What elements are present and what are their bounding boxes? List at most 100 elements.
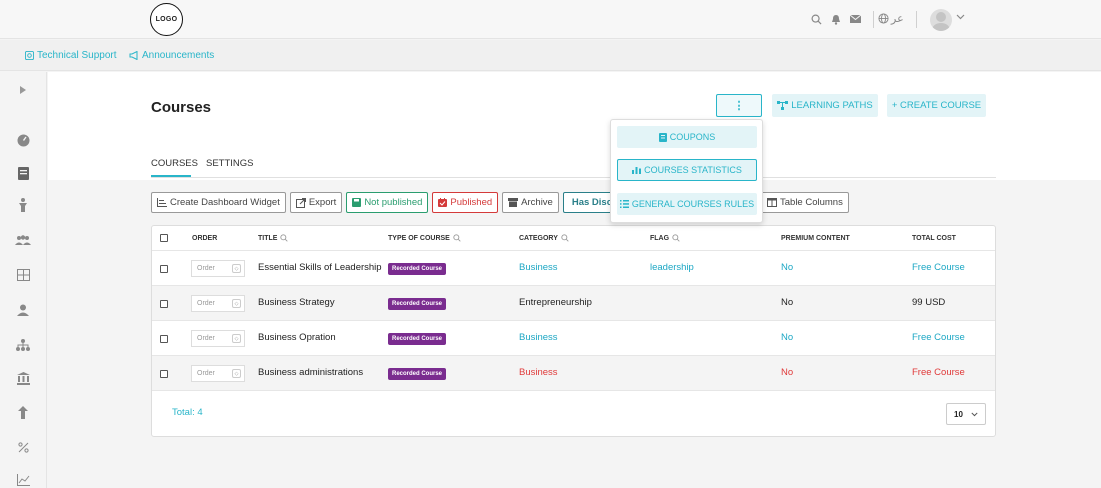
search-icon[interactable] xyxy=(672,234,680,242)
course-category[interactable]: Entrepreneurship xyxy=(519,297,592,308)
column-header-order[interactable]: ORDER xyxy=(192,226,217,250)
course-title[interactable]: Business administrations xyxy=(258,367,363,378)
stepper-icon[interactable]: ◇ xyxy=(232,299,241,308)
percent-icon[interactable] xyxy=(15,439,31,455)
table-row[interactable]: Order ◇ Business administrations Recorded… xyxy=(152,355,995,390)
column-header-category[interactable]: CATEGORY xyxy=(519,226,569,250)
page-size-select[interactable]: 10 xyxy=(946,403,986,425)
order-input[interactable]: Order ◇ xyxy=(191,260,245,277)
avatar[interactable] xyxy=(930,9,952,31)
column-header-premium[interactable]: PREMIUM CONTENT xyxy=(781,226,850,250)
search-icon[interactable] xyxy=(280,234,289,242)
order-input[interactable]: Order ◇ xyxy=(191,365,245,382)
search-icon[interactable] xyxy=(561,234,569,242)
calendar-icon xyxy=(438,198,448,207)
table-row[interactable]: Order ◇ Business Opration Recorded Course… xyxy=(152,320,995,355)
premium-content: No xyxy=(781,262,794,273)
language-switcher[interactable]: عر xyxy=(878,12,904,25)
column-header-cost[interactable]: TOTAL COST xyxy=(912,226,956,250)
order-input[interactable]: Order ◇ xyxy=(191,330,245,347)
courses-table: ORDER TITLE TYPE OF COURSE CATEGORY FLAG… xyxy=(151,225,996,437)
more-options-button[interactable]: ⋮ xyxy=(716,94,762,117)
chart-icon[interactable] xyxy=(15,472,31,488)
column-header-title[interactable]: TITLE xyxy=(258,226,289,250)
select-all-checkbox[interactable] xyxy=(160,234,168,242)
course-type-badge: Recorded Course xyxy=(388,368,447,380)
stepper-icon[interactable]: ◇ xyxy=(232,369,241,378)
search-icon[interactable] xyxy=(809,12,823,26)
premium-content: No xyxy=(781,332,794,343)
tab-courses[interactable]: COURSES xyxy=(151,158,198,169)
row-checkbox[interactable] xyxy=(160,335,168,343)
create-dashboard-widget-button[interactable]: Create Dashboard Widget xyxy=(151,192,286,213)
archive-filter-button[interactable]: Archive xyxy=(502,192,559,213)
page-size-value: 10 xyxy=(954,409,963,419)
announcements-link[interactable]: Announcements xyxy=(129,50,214,61)
logo[interactable]: LOGO xyxy=(150,3,183,36)
coupon-icon xyxy=(658,132,667,142)
courses-statistics-menu-item[interactable]: COURSES STATISTICS xyxy=(617,159,757,181)
search-icon[interactable] xyxy=(453,234,461,242)
column-header-flag[interactable]: FLAG xyxy=(650,226,680,250)
dashboard-icon[interactable] xyxy=(15,132,31,148)
page-title: Courses xyxy=(151,99,212,116)
tab-active-indicator xyxy=(151,175,191,177)
order-placeholder: Order xyxy=(197,370,215,377)
order-placeholder: Order xyxy=(197,300,215,307)
course-title[interactable]: Essential Skills of Leadership xyxy=(258,262,382,273)
not-published-filter-button[interactable]: Not published xyxy=(346,192,429,213)
cost-header-label: TOTAL COST xyxy=(912,234,956,242)
course-category[interactable]: Business xyxy=(519,332,558,343)
premium-content: No xyxy=(781,367,794,378)
chevron-down-icon[interactable] xyxy=(956,14,965,20)
arrow-up-icon[interactable] xyxy=(15,404,31,420)
megaphone-icon xyxy=(129,51,138,60)
row-checkbox[interactable] xyxy=(160,370,168,378)
book-icon[interactable] xyxy=(15,165,31,181)
course-category[interactable]: Business xyxy=(519,367,558,378)
sidebar xyxy=(0,72,47,488)
create-course-button[interactable]: + CREATE COURSE xyxy=(887,94,986,117)
learning-paths-button[interactable]: LEARNING PATHS xyxy=(772,94,878,117)
table-row[interactable]: Order ◇ Essential Skills of Leadership Re… xyxy=(152,250,995,285)
stepper-icon[interactable]: ◇ xyxy=(232,334,241,343)
export-button[interactable]: Export xyxy=(289,192,343,213)
coupons-menu-item[interactable]: COUPONS xyxy=(617,126,757,148)
bar-chart-icon xyxy=(632,167,642,174)
type-header-label: TYPE OF COURSE xyxy=(388,234,450,242)
column-header-type[interactable]: TYPE OF COURSE xyxy=(388,226,461,250)
has-discount-filter-button[interactable]: Has Disc xyxy=(562,192,615,213)
row-checkbox[interactable] xyxy=(160,300,168,308)
row-checkbox[interactable] xyxy=(160,265,168,273)
user-icon[interactable] xyxy=(15,302,31,318)
coupons-label: COUPONS xyxy=(669,132,716,142)
bell-icon[interactable] xyxy=(829,12,843,26)
tab-settings[interactable]: SETTINGS xyxy=(206,158,254,169)
course-flag[interactable]: leadership xyxy=(650,262,694,273)
course-title[interactable]: Business Opration xyxy=(258,332,336,343)
courses-statistics-label: COURSES STATISTICS xyxy=(644,165,742,175)
mail-icon[interactable] xyxy=(848,12,862,26)
table-columns-label: Table Columns xyxy=(780,197,843,208)
users-icon[interactable] xyxy=(15,232,31,248)
order-input[interactable]: Order ◇ xyxy=(191,295,245,312)
institution-icon[interactable] xyxy=(15,370,31,386)
course-category[interactable]: Business xyxy=(519,262,558,273)
table-columns-button[interactable]: Table Columns xyxy=(761,192,849,213)
published-filter-button[interactable]: Published xyxy=(432,192,499,213)
category-header-label: CATEGORY xyxy=(519,234,558,242)
person-icon[interactable] xyxy=(15,197,31,213)
create-dashboard-widget-label: Create Dashboard Widget xyxy=(170,197,280,208)
total-cost: Free Course xyxy=(912,262,965,273)
expand-sidebar-icon[interactable] xyxy=(15,82,31,98)
course-title[interactable]: Business Strategy xyxy=(258,297,335,308)
tabs-divider xyxy=(151,177,996,178)
hierarchy-icon[interactable] xyxy=(15,337,31,353)
grid-icon[interactable] xyxy=(15,267,31,283)
archive-label: Archive xyxy=(521,197,553,208)
technical-support-link[interactable]: Technical Support xyxy=(25,50,117,61)
columns-icon xyxy=(767,198,777,207)
table-row[interactable]: Order ◇ Business Strategy Recorded Course… xyxy=(152,285,995,320)
stepper-icon[interactable]: ◇ xyxy=(232,264,241,273)
general-courses-rules-menu-item[interactable]: GENERAL COURSES RULES xyxy=(617,193,757,215)
